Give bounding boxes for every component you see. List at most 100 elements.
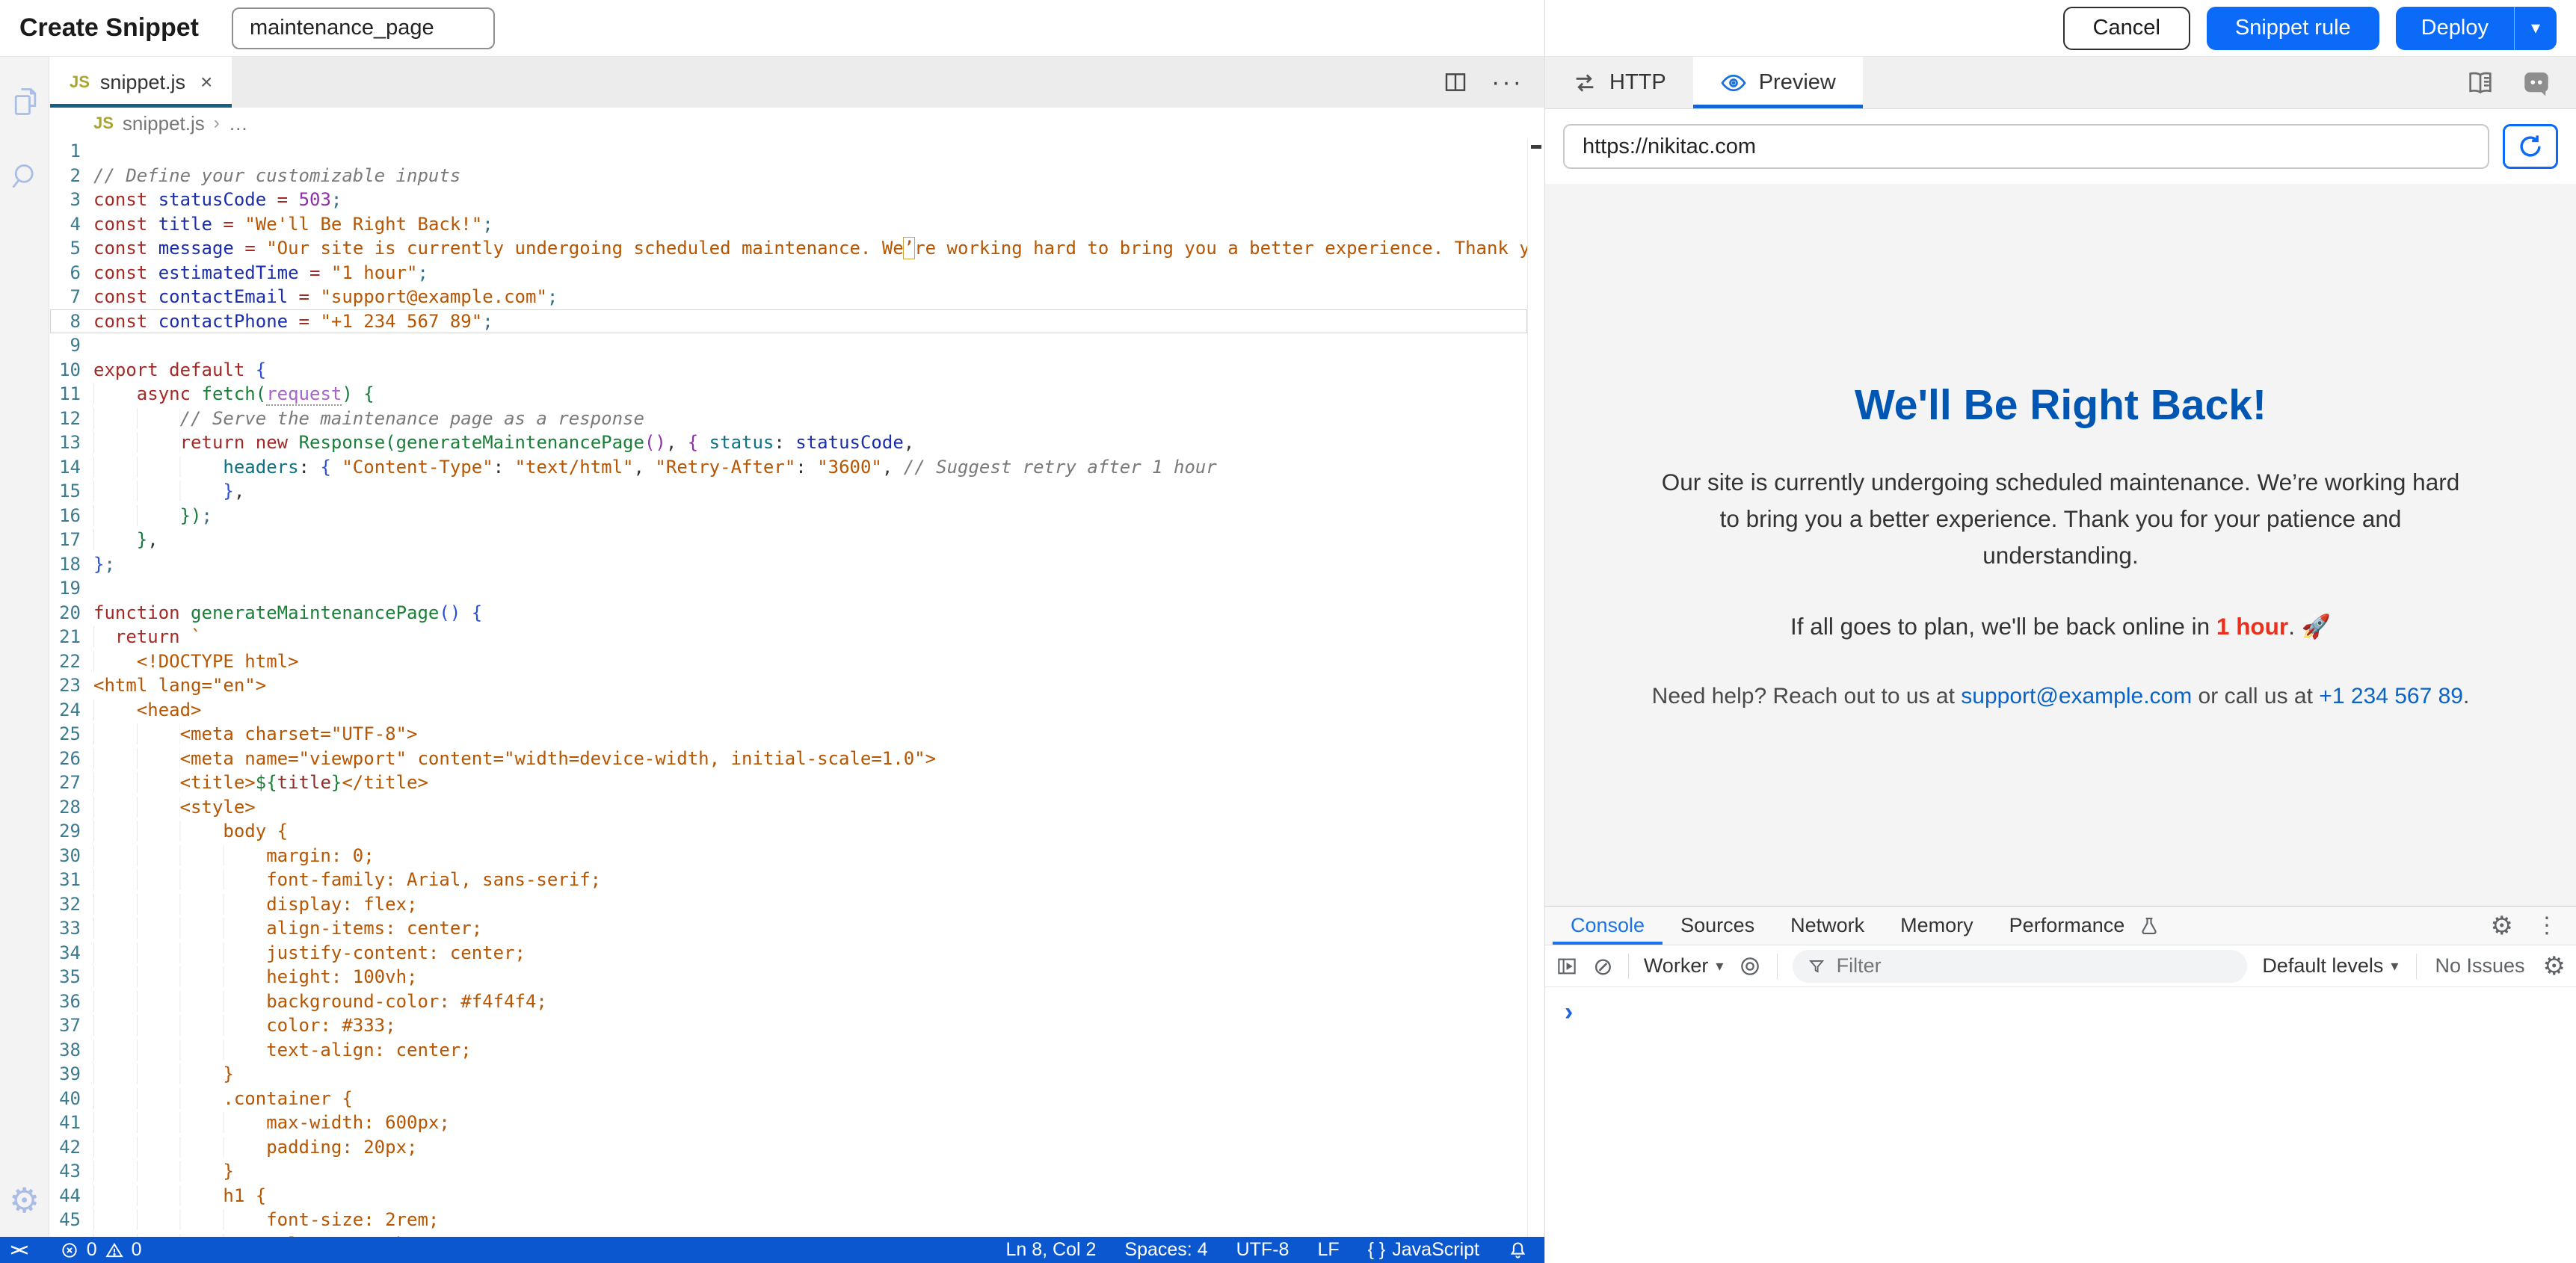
status-item[interactable]: LF: [1317, 1239, 1339, 1261]
code-line[interactable]: 39 }: [50, 1062, 1527, 1087]
split-editor-icon[interactable]: [1443, 70, 1467, 94]
breadcrumb-file[interactable]: snippet.js: [123, 112, 205, 135]
code-line[interactable]: 16 });: [50, 504, 1527, 528]
code-line[interactable]: 18};: [50, 552, 1527, 577]
experiment-flask-icon[interactable]: [2138, 907, 2160, 945]
breadcrumb[interactable]: JS snippet.js › …: [50, 108, 1544, 139]
status-item[interactable]: Spaces: 4: [1124, 1239, 1207, 1261]
files-icon[interactable]: [9, 85, 42, 118]
status-item[interactable]: Ln 8, Col 2: [1006, 1239, 1097, 1261]
code-line[interactable]: 28 <style>: [50, 795, 1527, 820]
devtools-tab-sources[interactable]: Sources: [1663, 907, 1772, 945]
code-line[interactable]: 6const estimatedTime = "1 hour";: [50, 261, 1527, 285]
phone-link[interactable]: +1 234 567 89: [2319, 684, 2463, 708]
snippet-rule-button[interactable]: Snippet rule: [2207, 7, 2379, 50]
discord-icon[interactable]: [2521, 67, 2552, 99]
editor-scrollbar[interactable]: [1527, 139, 1544, 1237]
code-line[interactable]: 5const message = "Our site is currently …: [50, 236, 1527, 261]
console-prompt[interactable]: ›: [1565, 998, 1573, 1026]
tab-http[interactable]: HTTP: [1545, 57, 1693, 108]
devtools-tab-performance[interactable]: Performance: [1991, 907, 2143, 945]
code-line[interactable]: 27 <title>${title}</title>: [50, 771, 1527, 795]
code-line[interactable]: 2// Define your customizable inputs: [50, 164, 1527, 188]
console-sidebar-toggle-icon[interactable]: [1556, 955, 1578, 978]
code-line[interactable]: 9: [50, 333, 1527, 358]
code-line[interactable]: 24 <head>: [50, 698, 1527, 723]
docs-book-icon[interactable]: [2465, 68, 2495, 98]
preview-tab-bar: HTTP Preview: [1545, 57, 2576, 109]
language-selector[interactable]: { } JavaScript: [1368, 1239, 1479, 1261]
code-line[interactable]: 29 body {: [50, 819, 1527, 844]
code-line[interactable]: 14 headers: { "Content-Type": "text/html…: [50, 455, 1527, 480]
code-line[interactable]: 42 padding: 20px;: [50, 1135, 1527, 1160]
code-line[interactable]: 20function generateMaintenancePage() {: [50, 601, 1527, 626]
devtools-tab-network[interactable]: Network: [1772, 907, 1882, 945]
problems-indicator[interactable]: 0 0: [39, 1239, 142, 1261]
support-email-link[interactable]: support@example.com: [1961, 684, 2192, 708]
snippet-name-input[interactable]: [232, 7, 495, 49]
code-line[interactable]: 41 max-width: 600px;: [50, 1111, 1527, 1135]
code-line[interactable]: 44 h1 {: [50, 1184, 1527, 1208]
code-line[interactable]: 32 display: flex;: [50, 892, 1527, 917]
notifications-bell-icon[interactable]: [1508, 1240, 1528, 1260]
console-output[interactable]: ›: [1545, 987, 2576, 1037]
breadcrumb-more[interactable]: …: [229, 112, 248, 135]
tab-snippet-js[interactable]: JS snippet.js ×: [50, 57, 232, 108]
code-line[interactable]: 23<html lang="en">: [50, 673, 1527, 698]
code-line[interactable]: 13 return new Response(generateMaintenan…: [50, 430, 1527, 455]
issues-counter[interactable]: No Issues: [2435, 954, 2524, 978]
console-filter[interactable]: [1793, 950, 2247, 983]
refresh-button[interactable]: [2503, 124, 2558, 169]
code-line[interactable]: 19: [50, 576, 1527, 601]
code-line[interactable]: 31 font-family: Arial, sans-serif;: [50, 868, 1527, 892]
code-line[interactable]: 1: [50, 139, 1527, 164]
code-line[interactable]: 40 .container {: [50, 1087, 1527, 1111]
code-line[interactable]: 38 text-align: center;: [50, 1038, 1527, 1063]
url-input[interactable]: [1563, 124, 2489, 169]
devtools-tab-memory[interactable]: Memory: [1882, 907, 1991, 945]
code-line[interactable]: 7const contactEmail = "support@example.c…: [50, 285, 1527, 309]
chevron-down-icon[interactable]: ▾: [2515, 17, 2557, 39]
code-editor[interactable]: 12// Define your customizable inputs3con…: [50, 139, 1527, 1237]
code-line[interactable]: 15 },: [50, 479, 1527, 504]
remote-indicator[interactable]: ><: [0, 1241, 39, 1260]
code-line[interactable]: 45 font-size: 2rem;: [50, 1208, 1527, 1232]
code-line-content: [93, 139, 1527, 164]
console-settings-gear-icon[interactable]: ⚙: [2543, 954, 2566, 979]
filter-input[interactable]: [1837, 954, 2233, 978]
live-expression-eye-icon[interactable]: [1738, 954, 1762, 978]
code-line[interactable]: 43 }: [50, 1159, 1527, 1184]
code-line[interactable]: 36 background-color: #f4f4f4;: [50, 989, 1527, 1014]
settings-gear-icon[interactable]: ⚙: [2491, 913, 2513, 939]
code-line[interactable]: 21 return `: [50, 625, 1527, 649]
close-icon[interactable]: ×: [200, 70, 212, 94]
code-line[interactable]: 33 align-items: center;: [50, 916, 1527, 941]
code-line[interactable]: 37 color: #333;: [50, 1013, 1527, 1038]
code-line[interactable]: 3const statusCode = 503;: [50, 188, 1527, 212]
code-line[interactable]: 22 <!DOCTYPE html>: [50, 649, 1527, 674]
pane-divider[interactable]: [1544, 0, 1545, 1263]
context-selector[interactable]: Worker ▾: [1644, 954, 1724, 978]
code-line[interactable]: 17 },: [50, 528, 1527, 552]
devtools-tab-console[interactable]: Console: [1553, 907, 1663, 945]
status-item[interactable]: UTF-8: [1236, 1239, 1289, 1261]
clear-console-icon[interactable]: ⊘: [1593, 954, 1613, 978]
code-line[interactable]: 4const title = "We'll Be Right Back!";: [50, 212, 1527, 237]
code-line[interactable]: 8const contactPhone = "+1 234 567 89";: [50, 309, 1527, 334]
log-levels-selector[interactable]: Default levels ▾: [2262, 954, 2398, 978]
code-line[interactable]: 11 async fetch(request) {: [50, 382, 1527, 407]
kebab-menu-icon[interactable]: ⋮: [2536, 912, 2558, 939]
gear-icon[interactable]: ⚙: [9, 1183, 40, 1217]
deploy-button[interactable]: Deploy ▾: [2396, 7, 2557, 50]
search-icon[interactable]: [9, 160, 42, 193]
code-line[interactable]: 35 height: 100vh;: [50, 965, 1527, 989]
code-line[interactable]: 10export default {: [50, 358, 1527, 383]
tab-preview[interactable]: Preview: [1693, 57, 1863, 108]
code-line[interactable]: 30 margin: 0;: [50, 844, 1527, 868]
more-actions-icon[interactable]: ···: [1491, 68, 1523, 97]
code-line[interactable]: 12 // Serve the maintenance page as a re…: [50, 407, 1527, 431]
code-line[interactable]: 26 <meta name="viewport" content="width=…: [50, 747, 1527, 771]
code-line[interactable]: 34 justify-content: center;: [50, 941, 1527, 966]
code-line[interactable]: 25 <meta charset="UTF-8">: [50, 722, 1527, 747]
cancel-button[interactable]: Cancel: [2063, 7, 2190, 50]
